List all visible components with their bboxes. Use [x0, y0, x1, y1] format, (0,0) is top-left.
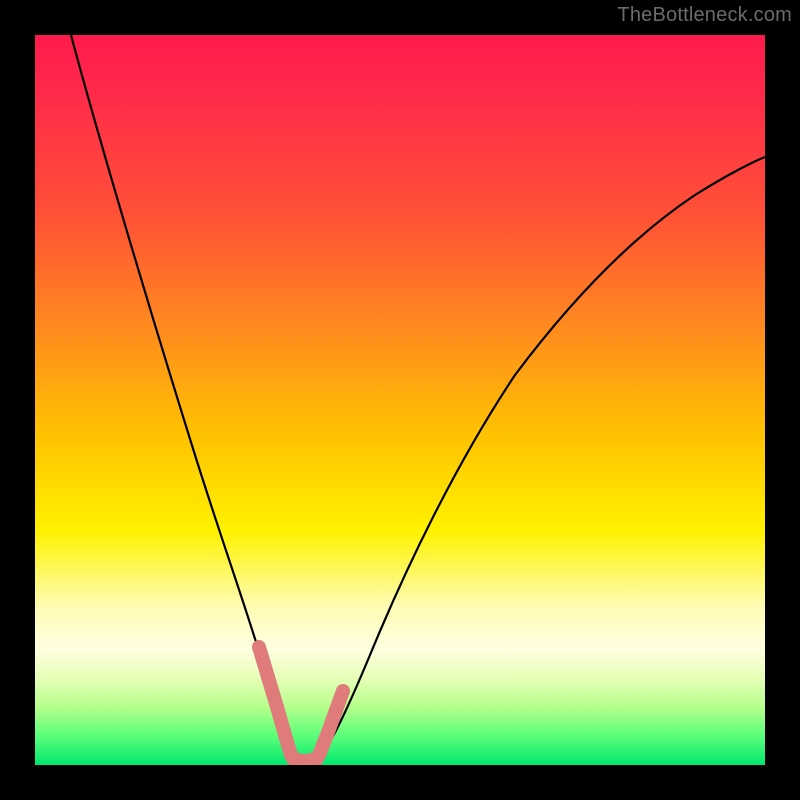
curve-svg — [35, 35, 765, 765]
bottleneck-curve-path — [71, 35, 765, 764]
plot-area — [35, 35, 765, 765]
chart-frame: TheBottleneck.com — [0, 0, 800, 800]
highlight-band-group — [259, 647, 343, 761]
watermark-text: TheBottleneck.com — [617, 4, 792, 27]
